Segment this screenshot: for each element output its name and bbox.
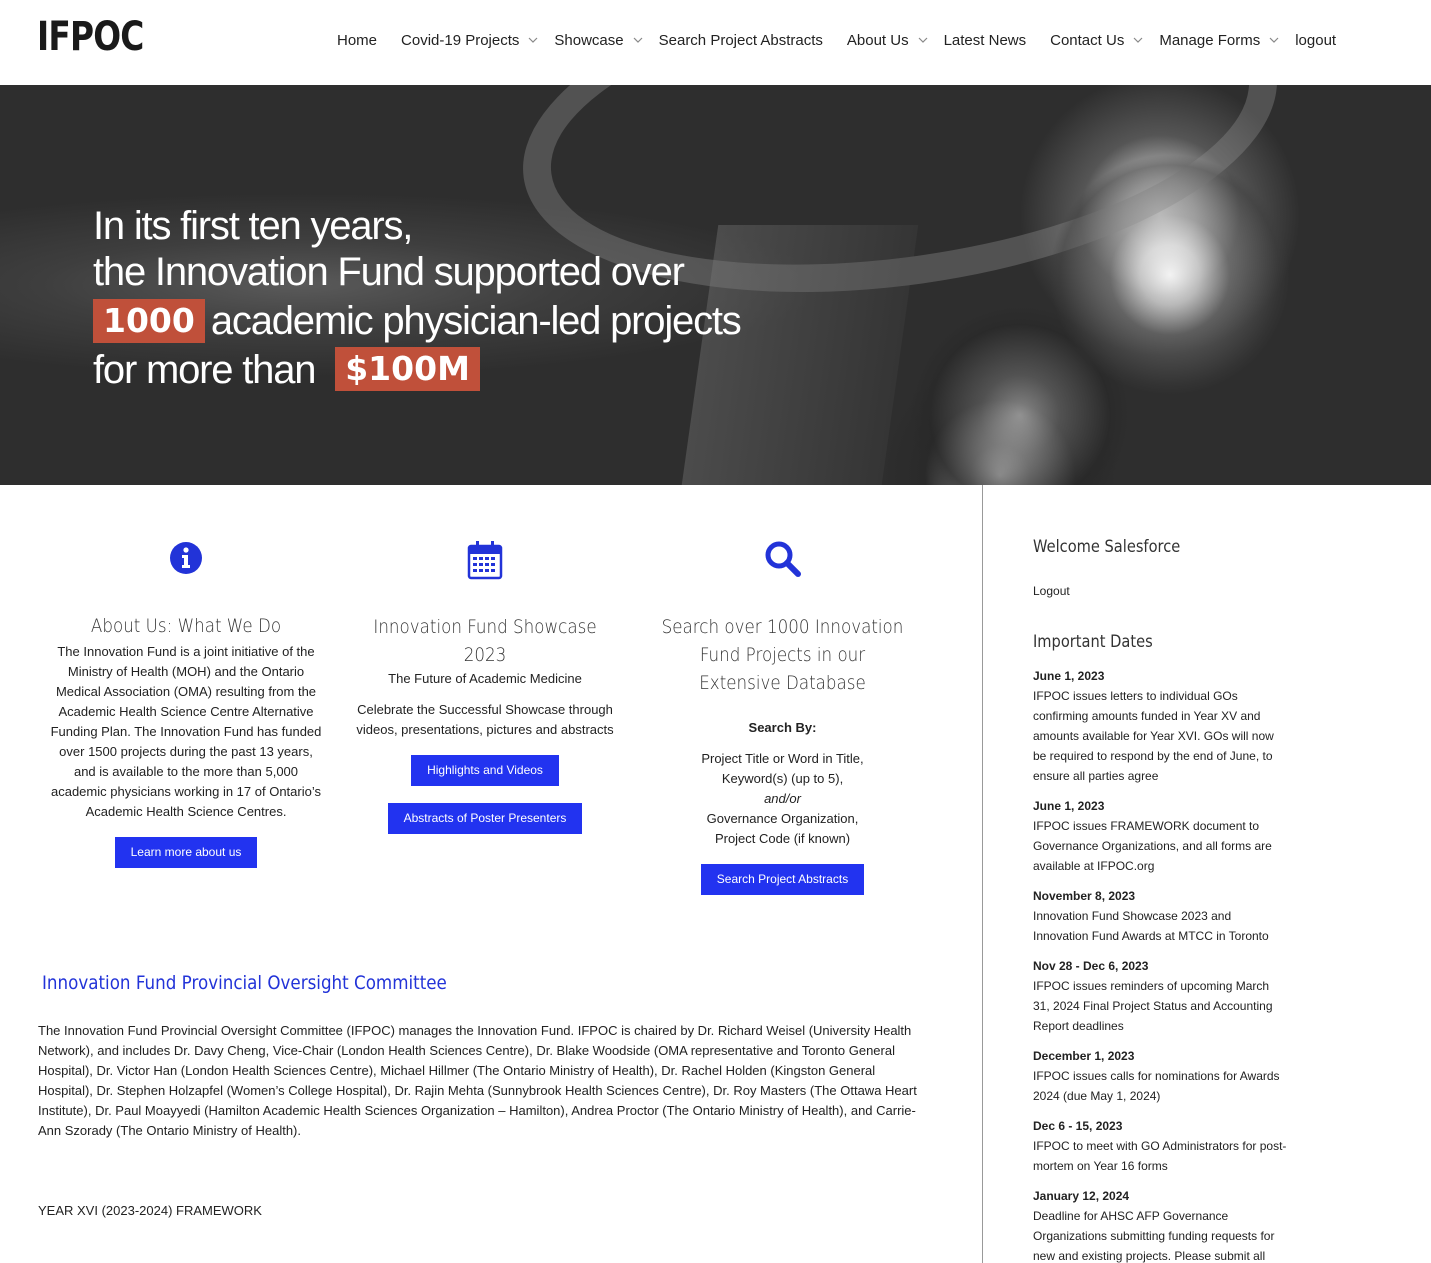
- important-dates-heading: Important Dates: [1033, 632, 1153, 652]
- showcase-column: Innovation Fund Showcase 2023 The Future…: [350, 540, 620, 834]
- date-text: IFPOC issues calls for nominations for A…: [1033, 1069, 1280, 1103]
- about-title: About Us: What We Do: [90, 615, 282, 637]
- highlight-badge: $100M: [335, 347, 480, 391]
- highlight-badge: 1000: [93, 299, 205, 343]
- nav-manage-forms[interactable]: Manage Forms: [1159, 32, 1279, 49]
- info-icon: [50, 540, 322, 580]
- search-abstracts-button[interactable]: Search Project Abstracts: [700, 864, 865, 895]
- nav-label: Contact Us: [1050, 31, 1125, 49]
- date-item: June 1, 2023 IFPOC issues letters to indi…: [1033, 666, 1288, 786]
- search-by-label: Search By:: [748, 720, 817, 735]
- nav-label: About Us: [846, 31, 909, 49]
- search-criteria-4: Project Code (if known): [714, 831, 851, 846]
- nav-search-abstracts[interactable]: Search Project Abstracts: [659, 32, 823, 49]
- nav-home[interactable]: Home: [337, 32, 377, 49]
- date-item: Nov 28 - Dec 6, 2023 IFPOC issues reminde…: [1033, 956, 1288, 1036]
- nav-about-us[interactable]: About Us: [847, 32, 928, 49]
- search-icon: [640, 540, 925, 580]
- nav-showcase[interactable]: Showcase: [554, 31, 643, 49]
- showcase-text: Celebrate the Successful Showcase throug…: [356, 702, 614, 737]
- chevron-down-icon: [528, 37, 538, 43]
- hero-headline: In its first ten years, the Innovation F…: [93, 203, 742, 393]
- hero-line-3: 1000 academic physician-led projects: [93, 299, 742, 343]
- date-item: December 1, 2023 IFPOC issues calls for n…: [1033, 1046, 1288, 1106]
- hero-line-1: In its first ten years,: [93, 204, 413, 248]
- poster-abstracts-button[interactable]: Abstracts of Poster Presenters: [387, 803, 583, 834]
- date-label: November 8, 2023: [1033, 889, 1136, 903]
- search-criteria-1: Project Title or Word in Title,: [701, 751, 864, 766]
- search-criteria-3: Governance Organization,: [706, 811, 859, 826]
- nav-label: Latest News: [943, 31, 1027, 49]
- main-nav: Home Covid-19 Projects Showcase Search P…: [337, 30, 1360, 50]
- site-header: IFPOC Home Covid-19 Projects Showcase Se…: [0, 0, 1431, 85]
- date-text: IFPOC issues FRAMEWORK document to Gover…: [1033, 819, 1272, 873]
- important-dates-list: June 1, 2023 IFPOC issues letters to indi…: [1033, 666, 1288, 1263]
- date-label: Nov 28 - Dec 6, 2023: [1033, 959, 1149, 973]
- date-label: January 12, 2024: [1033, 1189, 1130, 1203]
- showcase-title: Innovation Fund Showcase 2023: [373, 616, 597, 666]
- hero-line-2: the Innovation Fund supported over: [93, 250, 685, 294]
- column-divider: [982, 485, 983, 1263]
- site-logo[interactable]: IFPOC: [37, 14, 144, 60]
- nav-covid-projects[interactable]: Covid-19 Projects: [401, 32, 538, 49]
- search-column: Search over 1000 Innovation Fund Project…: [640, 540, 925, 895]
- welcome-heading: Welcome Salesforce: [1033, 537, 1181, 557]
- chevron-down-icon: [1133, 37, 1143, 43]
- date-text: IFPOC issues reminders of upcoming March…: [1033, 979, 1273, 1033]
- nav-label: Home: [337, 31, 378, 49]
- date-item: November 8, 2023 Innovation Fund Showcase…: [1033, 886, 1288, 946]
- hero-text: academic physician-led projects: [210, 299, 742, 343]
- date-item: January 12, 2024 Deadline for AHSC AFP Go…: [1033, 1186, 1288, 1263]
- learn-more-button[interactable]: Learn more about us: [114, 837, 258, 868]
- about-column: About Us: What We Do The Innovation Fund…: [50, 540, 322, 868]
- sidebar: Welcome Salesforce Logout Important Date…: [1033, 537, 1288, 1263]
- nav-label: Search Project Abstracts: [658, 31, 823, 49]
- calendar-icon: [350, 540, 620, 580]
- nav-label: Manage Forms: [1159, 31, 1261, 49]
- chevron-down-icon: [1269, 37, 1279, 43]
- nav-logout[interactable]: logout: [1295, 32, 1336, 49]
- nav-label: Showcase: [554, 31, 624, 49]
- nav-latest-news[interactable]: Latest News: [944, 32, 1027, 49]
- search-andor: and/or: [764, 791, 801, 806]
- date-text: Innovation Fund Showcase 2023 and Innova…: [1033, 909, 1269, 943]
- date-item: Dec 6 - 15, 2023 IFPOC to meet with GO Ad…: [1033, 1116, 1288, 1176]
- framework-heading: YEAR XVI (2023-2024) FRAMEWORK: [38, 1203, 262, 1218]
- committee-text: The Innovation Fund Provincial Oversight…: [38, 1023, 917, 1138]
- date-text: IFPOC to meet with GO Administrators for…: [1033, 1139, 1287, 1173]
- committee-title[interactable]: Innovation Fund Provincial Oversight Com…: [42, 972, 447, 994]
- search-title: Search over 1000 Innovation Fund Project…: [661, 616, 904, 694]
- hero-image-detail: [1050, 155, 1290, 395]
- nav-label: logout: [1295, 31, 1337, 49]
- hero-banner: In its first ten years, the Innovation F…: [0, 85, 1431, 485]
- date-label: June 1, 2023: [1033, 669, 1105, 683]
- date-text: IFPOC issues letters to individual GOs c…: [1033, 689, 1274, 783]
- search-criteria-2: Keyword(s) (up to 5),: [721, 771, 844, 786]
- sidebar-logout-link[interactable]: Logout: [1033, 584, 1288, 598]
- date-item: June 1, 2023 IFPOC issues FRAMEWORK docum…: [1033, 796, 1288, 876]
- hero-text: for more than: [93, 348, 316, 392]
- highlights-videos-button[interactable]: Highlights and Videos: [411, 755, 559, 786]
- nav-contact-us[interactable]: Contact Us: [1050, 32, 1143, 49]
- nav-label: Covid-19 Projects: [401, 31, 520, 49]
- date-text: Deadline for AHSC AFP Governance Organiz…: [1033, 1209, 1275, 1263]
- hero-line-4: for more than $100M: [93, 347, 741, 393]
- date-label: December 1, 2023: [1033, 1049, 1135, 1063]
- date-label: June 1, 2023: [1033, 799, 1105, 813]
- chevron-down-icon: [633, 37, 643, 43]
- showcase-subtitle: The Future of Academic Medicine: [388, 671, 582, 686]
- chevron-down-icon: [918, 37, 928, 43]
- date-label: Dec 6 - 15, 2023: [1033, 1119, 1123, 1133]
- about-text: The Innovation Fund is a joint initiativ…: [50, 644, 322, 819]
